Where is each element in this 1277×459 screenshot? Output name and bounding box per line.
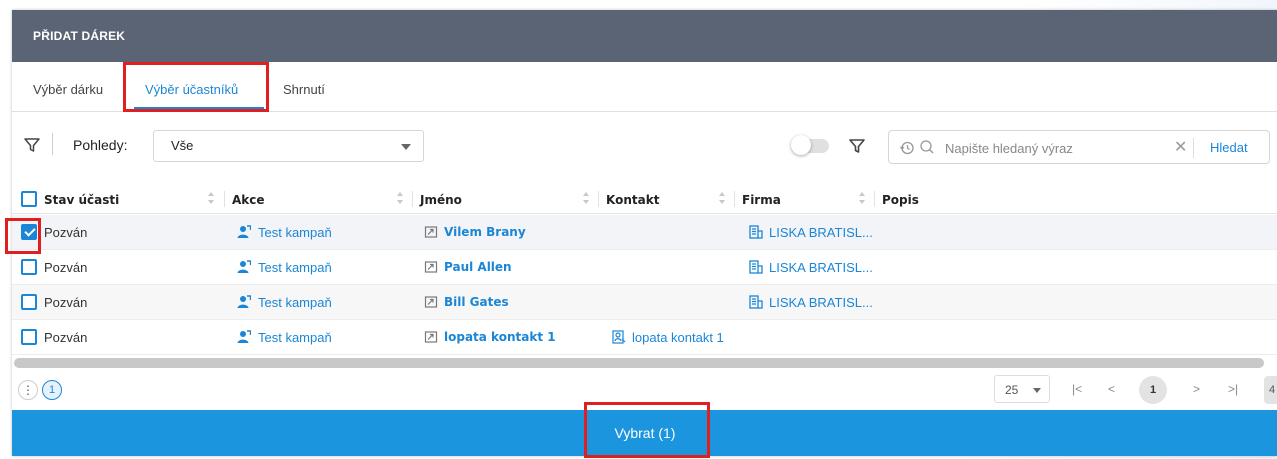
filter-toggle[interactable] (791, 135, 829, 155)
current-page-button[interactable]: 1 (1139, 376, 1167, 404)
search-divider (1193, 138, 1194, 158)
horizontal-scrollbar[interactable] (14, 358, 1264, 368)
views-label: Pohledy: (73, 137, 128, 153)
chevron-down-icon (401, 144, 411, 150)
table-row[interactable]: Pozván Test kampaň Vilem Brany LISKA BRA… (12, 215, 1277, 250)
advanced-filter-icon[interactable] (848, 137, 866, 155)
status-cell: Pozván (44, 330, 88, 345)
sort-icon[interactable] (718, 191, 726, 205)
table-row[interactable]: Pozván Test kampaň Paul Allen LISKA BRAT… (12, 250, 1277, 285)
campaign-link[interactable]: Test kampaň (258, 260, 332, 275)
table-footer: ⋮ 1 25 |< < 1 > >| 4 (12, 372, 1277, 408)
user-campaign-icon (237, 260, 251, 273)
column-header-status[interactable]: Stav účasti (44, 193, 119, 207)
clear-icon[interactable]: ✕ (1174, 137, 1187, 157)
views-select[interactable]: Vše (153, 130, 424, 162)
row-checkbox[interactable] (21, 329, 37, 345)
page-size-value: 25 (1005, 383, 1019, 397)
tab-bar: Výběr dárku Výběr účastníků Shrnutí (12, 62, 1277, 112)
contact-card-icon (424, 296, 438, 308)
previous-page-icon[interactable]: < (1108, 382, 1115, 396)
tab-summary[interactable]: Shrnutí (283, 82, 325, 97)
search-box: ✕ Hledat (888, 130, 1270, 164)
column-header-contact[interactable]: Kontakt (606, 193, 659, 207)
toolbar-divider (52, 133, 53, 155)
history-icon[interactable] (899, 140, 915, 156)
select-button[interactable]: Vybrat (1) (585, 410, 705, 456)
sort-icon[interactable] (858, 191, 866, 205)
page-size-select[interactable]: 25 (994, 375, 1050, 403)
status-cell: Pozván (44, 295, 88, 310)
company-icon (749, 225, 763, 239)
search-button[interactable]: Hledat (1210, 140, 1248, 155)
contact-card-icon (424, 261, 438, 273)
toolbar: Pohledy: Vše ✕ Hledat (12, 112, 1277, 182)
campaign-link[interactable]: Test kampaň (258, 295, 332, 310)
contact-card-icon (424, 331, 438, 343)
first-page-icon[interactable]: |< (1072, 382, 1082, 396)
status-cell: Pozván (44, 225, 88, 240)
active-tab-underline (134, 107, 264, 110)
sort-icon[interactable] (207, 191, 215, 205)
column-separator[interactable] (874, 191, 875, 207)
column-separator[interactable] (598, 191, 599, 207)
contact-link-icon (612, 330, 626, 344)
campaign-link[interactable]: Test kampaň (258, 225, 332, 240)
company-link[interactable]: LISKA BRATISL... (769, 260, 873, 275)
dialog-title: PŘIDAT DÁREK (12, 10, 1277, 62)
row-checkbox[interactable] (21, 294, 37, 310)
contact-card-icon (424, 226, 438, 238)
user-campaign-icon (237, 225, 251, 238)
company-icon (749, 295, 763, 309)
total-pages: 4 (1264, 376, 1277, 404)
table-row[interactable]: Pozván Test kampaň lopata kontakt 1 lopa… (12, 320, 1277, 355)
user-campaign-icon (237, 295, 251, 308)
contact-link[interactable]: lopata kontakt 1 (632, 330, 724, 345)
column-header-action[interactable]: Akce (232, 193, 265, 207)
more-options-icon[interactable]: ⋮ (18, 380, 38, 400)
sort-icon[interactable] (396, 191, 404, 205)
toggle-knob (791, 135, 811, 155)
column-separator[interactable] (224, 191, 225, 207)
next-page-icon[interactable]: > (1193, 382, 1200, 396)
name-link[interactable]: Vilem Brany (444, 225, 526, 239)
status-cell: Pozván (44, 260, 88, 275)
tab-gift-selection[interactable]: Výběr dárku (33, 82, 103, 97)
search-icon (920, 140, 934, 154)
user-campaign-icon (237, 330, 251, 343)
select-bar: Vybrat (1) (12, 410, 1277, 456)
row-checkbox[interactable] (21, 224, 37, 240)
sort-icon[interactable] (582, 191, 590, 205)
company-link[interactable]: LISKA BRATISL... (769, 225, 873, 240)
company-icon (749, 260, 763, 274)
table-header: Stav účasti Akce Jméno Kontakt Firma Pop… (12, 184, 1277, 214)
column-header-description[interactable]: Popis (882, 193, 919, 207)
column-header-company[interactable]: Firma (742, 193, 781, 207)
name-link[interactable]: lopata kontakt 1 (444, 330, 556, 344)
filter-icon[interactable] (23, 136, 41, 154)
company-link[interactable]: LISKA BRATISL... (769, 295, 873, 310)
chevron-down-icon (1033, 388, 1041, 393)
row-checkbox[interactable] (21, 259, 37, 275)
column-separator[interactable] (412, 191, 413, 207)
column-separator[interactable] (734, 191, 735, 207)
add-gift-dialog: PŘIDAT DÁREK Výběr dárku Výběr účastníků… (12, 10, 1277, 456)
select-all-checkbox[interactable] (21, 191, 37, 207)
table-row[interactable]: Pozván Test kampaň Bill Gates LISKA BRAT… (12, 285, 1277, 320)
tab-participant-selection[interactable]: Výběr účastníků (145, 82, 238, 97)
column-header-name[interactable]: Jméno (420, 193, 462, 207)
search-input[interactable] (945, 138, 1165, 158)
campaign-link[interactable]: Test kampaň (258, 330, 332, 345)
name-link[interactable]: Bill Gates (444, 295, 509, 309)
views-select-value: Vše (171, 138, 194, 153)
last-page-icon[interactable]: >| (1228, 382, 1238, 396)
page-indicator[interactable]: 1 (42, 380, 62, 400)
name-link[interactable]: Paul Allen (444, 260, 512, 274)
